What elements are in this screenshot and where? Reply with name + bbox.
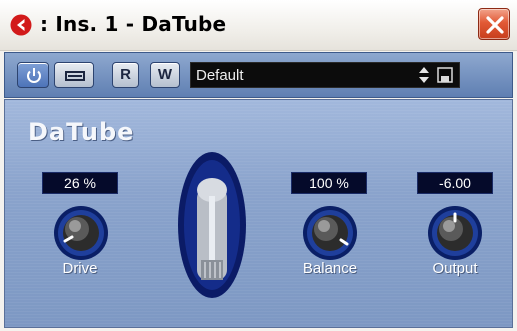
write-label: W — [157, 66, 173, 83]
output-label: Output — [432, 260, 478, 277]
close-icon — [486, 16, 504, 34]
save-icon[interactable] — [434, 63, 456, 87]
balance-label: Balance — [302, 260, 358, 277]
cubase-icon[interactable] — [9, 13, 33, 37]
preset-name: Default — [196, 67, 244, 84]
output-knob[interactable] — [425, 203, 485, 263]
drive-label: Drive — [62, 260, 98, 277]
write-automation-button[interactable]: W — [150, 62, 180, 88]
power-icon — [27, 68, 41, 83]
drive-readout[interactable]: 26 % — [42, 172, 118, 194]
tube-icon — [178, 152, 246, 298]
title-bar[interactable]: : Ins. 1 - DaTube — [0, 0, 517, 51]
read-automation-button[interactable]: R — [112, 62, 139, 88]
bypass-icon — [65, 71, 85, 81]
window-title: : Ins. 1 - DaTube — [40, 12, 227, 36]
balance-readout[interactable]: 100 % — [291, 172, 367, 194]
balance-knob[interactable] — [300, 203, 360, 263]
plugin-toolbar: R W Default — [4, 52, 513, 98]
read-label: R — [120, 66, 131, 83]
plugin-window: : Ins. 1 - DaTube R W Default DaTube 26 … — [0, 0, 517, 331]
close-button[interactable] — [478, 8, 510, 40]
up-down-arrows-icon[interactable] — [413, 63, 435, 87]
drive-knob[interactable] — [51, 203, 111, 263]
power-button[interactable] — [17, 62, 49, 88]
bypass-button[interactable] — [54, 62, 94, 88]
plugin-name: DaTube — [28, 118, 135, 146]
output-readout[interactable]: -6.00 — [417, 172, 493, 194]
